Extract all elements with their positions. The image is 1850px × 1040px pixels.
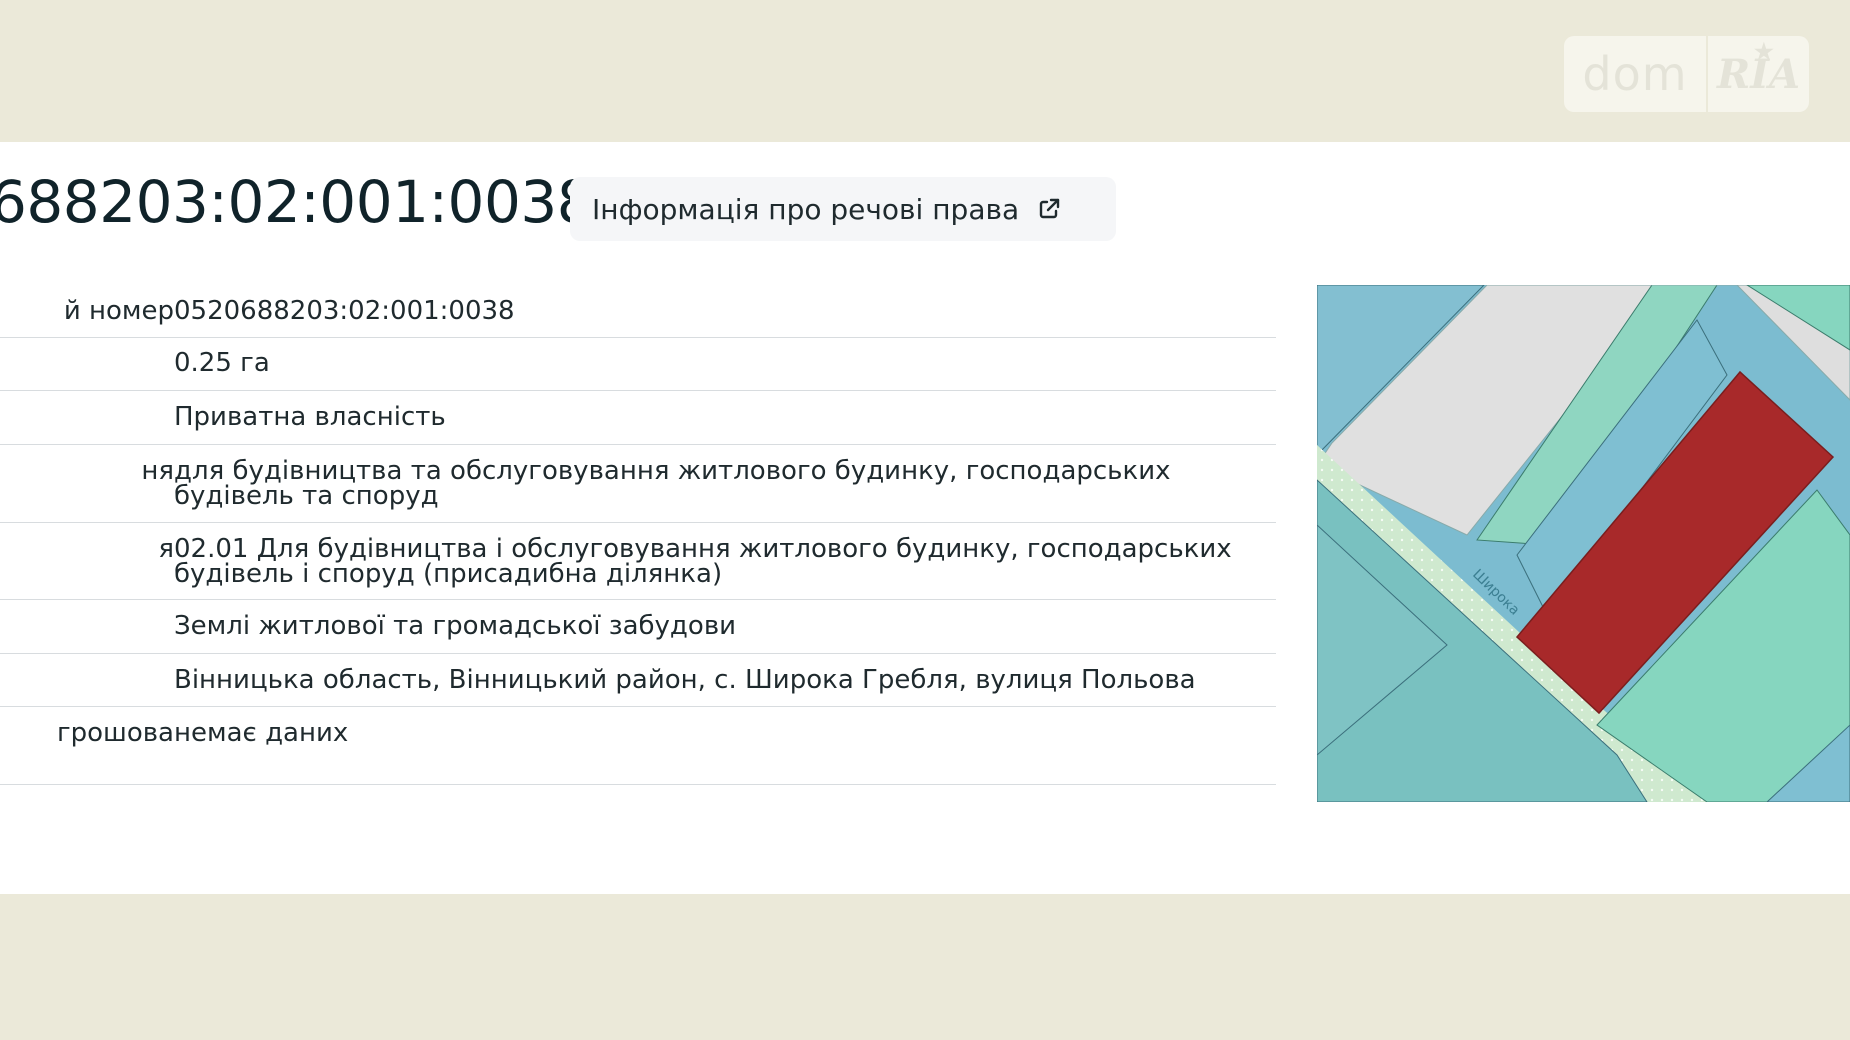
parcel-attributes-table: й номер 0520688203:02:001:0038 0.25 га П… bbox=[0, 284, 1276, 785]
row-label: й номер bbox=[63, 299, 174, 326]
row-label bbox=[0, 668, 174, 706]
table-row: грошова немає даних bbox=[0, 707, 1276, 785]
row-value: 0520688203:02:001:0038 bbox=[174, 296, 515, 326]
row-value: Вінницька область, Вінницький район, с. … bbox=[174, 665, 1196, 695]
parcel-info-panel: 688203:02:001:0038 Інформація про речові… bbox=[0, 142, 1850, 894]
table-row: Приватна власність bbox=[0, 391, 1276, 445]
row-label bbox=[0, 405, 174, 444]
row-label: я bbox=[158, 537, 174, 564]
row-label bbox=[0, 614, 174, 653]
table-row: ня для будівництва та обслуговування жит… bbox=[0, 445, 1276, 523]
cadastral-number-title: 688203:02:001:0038 bbox=[0, 168, 594, 236]
external-link-icon bbox=[1039, 198, 1060, 219]
table-row: 0.25 га bbox=[0, 338, 1276, 391]
star-icon: ★ bbox=[1754, 38, 1774, 65]
map-canvas[interactable]: Широка bbox=[1317, 285, 1850, 802]
logo-dom-text: dom bbox=[1582, 47, 1688, 101]
table-row: й номер 0520688203:02:001:0038 bbox=[0, 284, 1276, 338]
row-value: Землі житлової та громадської забудови bbox=[174, 611, 737, 641]
property-rights-label: Інформація про речові права bbox=[592, 192, 1020, 226]
cadastral-map[interactable]: Широка bbox=[1317, 285, 1850, 802]
table-row: я 02.01 Для будівництва і обслуговування… bbox=[0, 523, 1276, 600]
row-value: 02.01 Для будівництва і обслуговування ж… bbox=[174, 534, 1232, 589]
row-value: Приватна власність bbox=[174, 402, 446, 432]
table-row: Вінницька область, Вінницький район, с. … bbox=[0, 654, 1276, 707]
row-label: грошова bbox=[56, 721, 174, 748]
table-row: Землі житлової та громадської забудови bbox=[0, 600, 1276, 654]
row-label: ня bbox=[141, 459, 174, 486]
property-rights-button[interactable]: Інформація про речові права bbox=[570, 177, 1116, 241]
row-value: для будівництва та обслуговування житлов… bbox=[174, 456, 1171, 511]
domria-logo[interactable]: dom ★ RIA bbox=[1564, 36, 1809, 112]
row-value: немає даних bbox=[174, 718, 349, 748]
logo-ria-text: ★ RIA bbox=[1708, 39, 1809, 98]
row-label bbox=[0, 351, 174, 390]
row-value: 0.25 га bbox=[174, 348, 270, 378]
